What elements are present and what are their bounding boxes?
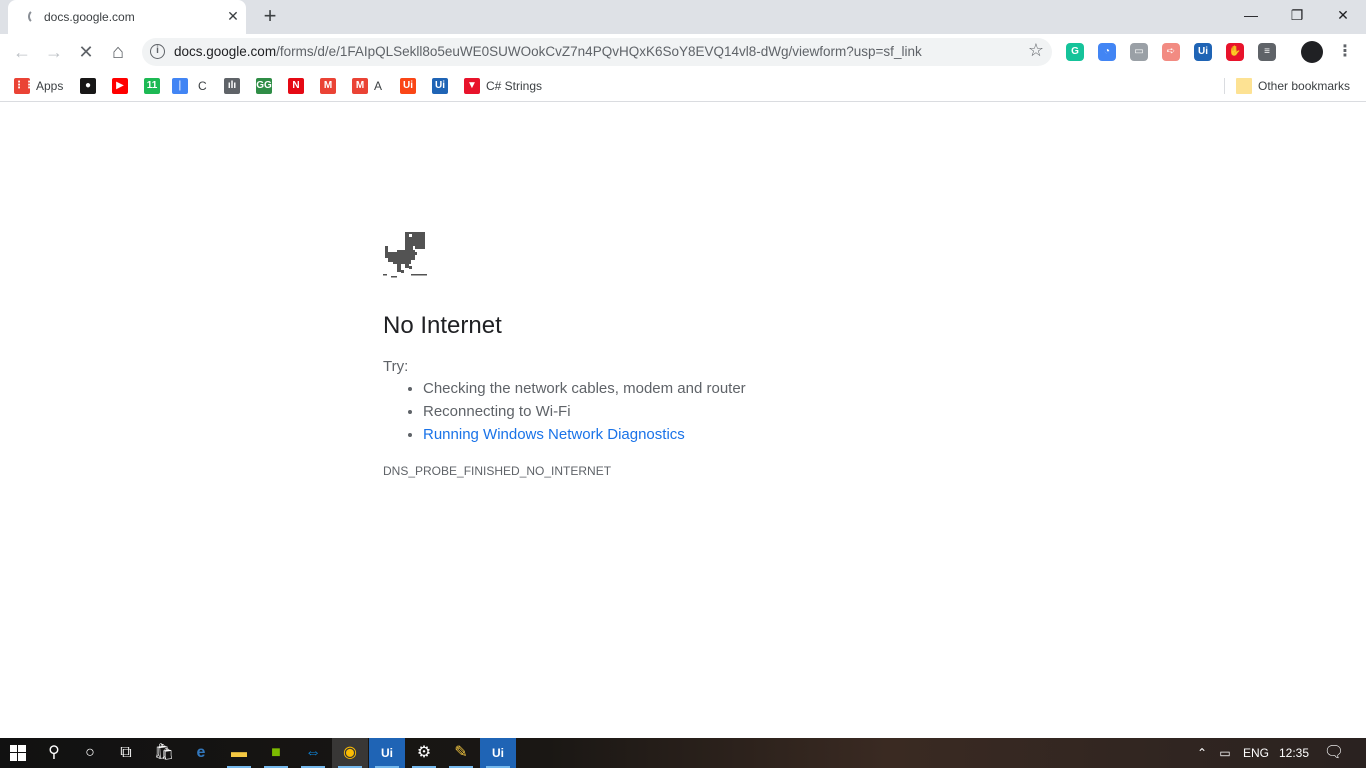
start-button[interactable]	[0, 738, 36, 768]
search-icon[interactable]: ⚲	[36, 738, 72, 768]
windows-logo-icon	[10, 745, 26, 761]
bookmark-gfg-icon: GG	[256, 78, 272, 94]
bookmark-netflix[interactable]: N	[288, 76, 310, 96]
url-text[interactable]: docs.google.com/forms/d/e/1FAIpQLSekll8o…	[174, 44, 922, 59]
uipath-studio-icon[interactable]: Ui	[369, 738, 405, 768]
other-bookmarks-folder[interactable]: Other bookmarks	[1236, 76, 1350, 96]
bookmark-apps[interactable]: ⋮⋮ Apps	[14, 76, 63, 96]
tab-strip: docs.google.com ✕ + — ❐ ✕	[0, 0, 1366, 34]
tab-close-icon[interactable]: ✕	[224, 7, 242, 25]
bookmark-youtube[interactable]: ▶	[112, 76, 134, 96]
minimize-button[interactable]: —	[1228, 0, 1274, 30]
editor-icon[interactable]: ✎	[443, 738, 479, 768]
windows-taskbar: ⚲ ○ ⧉ 🛍 e ▬ ■ ⇔ ◉ Ui ⚙ ✎ Ui ⌃ ▭ ENG 12:3…	[0, 738, 1366, 768]
bookmark-star-icon[interactable]: ☆	[1028, 40, 1044, 61]
bookmark-gmail-a[interactable]: MA	[352, 76, 382, 96]
bookmark-label: A	[374, 79, 383, 93]
task-view-icon[interactable]: ⧉	[108, 738, 144, 768]
site-info-icon[interactable]: i	[150, 44, 165, 59]
bookmarks-bar: ⋮⋮ Apps ● ▶ 11 ❘ Cılı GG N M M A Ui Ui ▼ C# Strings Oth…	[0, 70, 1366, 102]
folder-icon	[1236, 78, 1252, 94]
stop-loading-button[interactable]: ✕	[74, 40, 98, 64]
error-code: DNS_PROBE_FINISHED_NO_INTERNET	[383, 464, 612, 478]
bookmarks-divider	[1224, 78, 1225, 94]
restore-button[interactable]: ❐	[1274, 0, 1320, 30]
edge-icon[interactable]: e	[183, 738, 219, 768]
media-icon[interactable]: ≡	[1258, 43, 1276, 61]
action-center-icon[interactable]: 🗨	[1320, 738, 1348, 768]
suggestion-item: Reconnecting to Wi-Fi	[423, 403, 746, 426]
bookmark-label: Apps	[36, 79, 64, 93]
suggestion-item: Checking the network cables, modem and r…	[423, 380, 746, 403]
bookmark-11-icon: 11	[144, 78, 160, 94]
bookmark-feather-icon: ❘	[172, 78, 188, 94]
offline-dinosaur-icon	[383, 232, 427, 278]
bookmark-cisco-icon: ılı	[224, 78, 240, 94]
chrome-menu-icon[interactable]: ⋮	[1336, 43, 1354, 61]
browser-tab[interactable]: docs.google.com ✕	[8, 0, 246, 34]
teamviewer-icon[interactable]: ⇔	[295, 738, 331, 768]
network-icon[interactable]: ▭	[1214, 738, 1236, 768]
cast-icon[interactable]: ▭	[1130, 43, 1148, 61]
settings-icon[interactable]: ⚙	[406, 738, 442, 768]
app-icon[interactable]: ■	[258, 738, 294, 768]
bookmark-csharp[interactable]: ▼ C# Strings	[464, 76, 542, 96]
forward-button[interactable]: →	[42, 40, 66, 64]
bookmark-ui-blue[interactable]: Ui	[432, 76, 454, 96]
show-hidden-icons-chevron[interactable]: ⌃	[1192, 738, 1212, 768]
bookmark-ui-blue-icon: Ui	[432, 78, 448, 94]
back-button[interactable]: ←	[10, 40, 34, 64]
bookmark-ui-orange[interactable]: Ui	[400, 76, 422, 96]
bookmark-github-icon: ●	[80, 78, 96, 94]
bookmark-netflix-icon: N	[288, 78, 304, 94]
url-path: /forms/d/e/1FAIpQLSekll8o5euWE0SUWOokCvZ…	[276, 44, 922, 59]
bookmark-c[interactable]: C	[198, 76, 207, 96]
bookmark-github[interactable]: ●	[80, 76, 102, 96]
bookmark-youtube-icon: ▶	[112, 78, 128, 94]
loading-spinner-icon	[28, 9, 43, 24]
address-bar[interactable]: i docs.google.com/forms/d/e/1FAIpQLSekll…	[142, 38, 1052, 66]
bookmark-11[interactable]: 11	[144, 76, 166, 96]
speed-dial-icon[interactable]: ◔	[1098, 43, 1116, 61]
bookmark-gmail-a-icon: M	[352, 78, 368, 94]
bookmark-label: C	[198, 79, 207, 93]
tab-title: docs.google.com	[44, 10, 135, 24]
browser-toolbar: ← → ✕ ⌂ i docs.google.com/forms/d/e/1FAI…	[0, 34, 1366, 70]
other-bookmarks-label: Other bookmarks	[1258, 79, 1351, 93]
suggestion-list: Checking the network cables, modem and r…	[403, 380, 746, 449]
chrome-icon[interactable]: ◉	[332, 738, 368, 768]
url-host: docs.google.com	[174, 44, 277, 59]
file-explorer-icon[interactable]: ▬	[221, 738, 257, 768]
profile-avatar[interactable]	[1301, 41, 1323, 63]
error-heading: No Internet	[383, 312, 502, 339]
bookmark-cisco[interactable]: ılı	[224, 76, 246, 96]
uipath-icon[interactable]: Ui	[1194, 43, 1212, 61]
cortana-icon[interactable]: ○	[72, 738, 108, 768]
bookmark-label: C# Strings	[486, 79, 543, 93]
bookmark-gmail[interactable]: M	[320, 76, 342, 96]
bookmark-csharp-icon: ▼	[464, 78, 480, 94]
window-close-button[interactable]: ✕	[1320, 0, 1366, 30]
bookmark-gmail-icon: M	[320, 78, 336, 94]
language-indicator[interactable]: ENG	[1240, 738, 1272, 768]
bookmark-ui-orange-icon: Ui	[400, 78, 416, 94]
home-button[interactable]: ⌂	[106, 40, 130, 64]
clock[interactable]: 12:35	[1276, 738, 1312, 768]
bookmark-gfg[interactable]: GG	[256, 76, 278, 96]
grammarly-icon[interactable]: G	[1066, 43, 1084, 61]
pointer-icon[interactable]: ➪	[1162, 43, 1180, 61]
bookmark-feather[interactable]: ❘	[172, 76, 194, 96]
try-label: Try:	[383, 358, 409, 375]
uipath-robot-icon[interactable]: Ui	[480, 738, 516, 768]
bookmark-apps-icon: ⋮⋮	[14, 78, 34, 94]
store-icon[interactable]: 🛍	[146, 738, 182, 768]
new-tab-button[interactable]: +	[258, 5, 282, 28]
network-diagnostics-link[interactable]: Running Windows Network Diagnostics	[423, 426, 746, 449]
adblock-icon[interactable]: ✋	[1226, 43, 1244, 61]
